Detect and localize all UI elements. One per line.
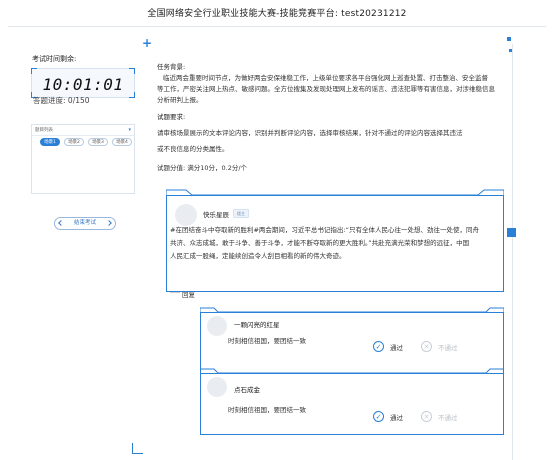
score-text: 试题分值: 满分10分，0.2分/个 xyxy=(157,164,248,172)
host-badge: 楼主 xyxy=(233,209,249,218)
question-list-title: 题目列表 xyxy=(35,128,53,133)
reply-author: 一颗闪亮的红星 xyxy=(234,321,280,329)
background-text-1: 临近两会重要时间节点，为做好两会安保维稳工作，上级单位要求各平台强化网上巡查处置… xyxy=(163,74,488,82)
progress-row: 答题进度: 0/150 xyxy=(33,95,90,106)
question-button-2[interactable]: 场景2 xyxy=(64,138,84,146)
reply-content: 时刻相信祖国，要团结一致 xyxy=(228,337,306,345)
corner-square-icon xyxy=(507,37,511,41)
reply-content: 时刻相信祖国，要团结一致 xyxy=(228,406,306,414)
requirement-title: 试题要求: xyxy=(157,113,186,121)
requirement-text-1: 请审核场景展示的文本评论内容，识别并判断评论内容，选择审核结果，针对不通过的评论… xyxy=(157,129,463,137)
background-text-2: 等工作，严密关注网上热点、敏感问题。全方位搜集及发现处理网上发布的谣言、违法犯罪… xyxy=(157,85,495,93)
scroll-marker[interactable] xyxy=(507,228,516,237)
avatar xyxy=(207,316,227,336)
question-list: 题目列表 ▾ 场景1 场景2 场景3 场景4 xyxy=(31,124,135,194)
reject-option[interactable]: ✕ 不通过 xyxy=(421,341,458,352)
question-button-3[interactable]: 场景3 xyxy=(88,138,108,146)
corner-square-icon xyxy=(509,49,512,52)
avatar xyxy=(207,377,227,397)
question-list-header[interactable]: 题目列表 ▾ xyxy=(32,125,134,136)
question-button-1[interactable]: 场景1 xyxy=(40,138,60,146)
requirement-text-2: 或不良信息的分类属性。 xyxy=(157,145,229,153)
post-card: 快乐星辰 楼主 #在团结奋斗中夺取新的胜利#两会期间，习近平总书记指出:“只有全… xyxy=(166,195,504,292)
approve-label: 通过 xyxy=(390,413,403,422)
progress-label: 答题进度: xyxy=(33,96,66,105)
approve-option[interactable]: ✓ 通过 xyxy=(373,341,403,352)
reject-label: 不通过 xyxy=(438,413,458,422)
close-icon[interactable]: ✕ xyxy=(421,341,432,352)
post-content-2: 共济、众志成城，敢于斗争、善于斗争，才能不断夺取新的更大胜利。”共赴充满光荣和梦… xyxy=(170,239,470,247)
page-title: 全国网络安全行业职业技能大赛-技能竞赛平台: test20231212 xyxy=(147,9,407,19)
reply-label: 回复 xyxy=(182,291,195,299)
post-author: 快乐星辰 xyxy=(203,211,229,219)
header-divider xyxy=(8,26,546,27)
reply-author: 点石成金 xyxy=(234,386,260,394)
close-icon[interactable]: ✕ xyxy=(421,411,432,422)
question-button-4[interactable]: 场景4 xyxy=(112,138,132,146)
corner-tick-icon xyxy=(31,68,37,74)
corner-tick-icon xyxy=(129,68,135,74)
panel-edge xyxy=(512,44,513,460)
chevron-down-icon[interactable]: ▾ xyxy=(128,127,131,133)
check-icon[interactable]: ✓ xyxy=(373,411,384,422)
timer-box: 10:01:01 xyxy=(31,68,135,98)
progress-value: 0/150 xyxy=(67,96,90,105)
background-text-3: 分析研判上报。 xyxy=(157,96,203,104)
check-icon[interactable]: ✓ xyxy=(373,341,384,352)
reject-option[interactable]: ✕ 不通过 xyxy=(421,411,458,422)
sidebar: + 考试时间剩余: 10:01:01 答题进度: 0/150 题目列表 ▾ 场景… xyxy=(0,28,152,460)
end-exam-button[interactable]: 结束考试 xyxy=(54,217,116,230)
timer-label: 考试时间剩余: xyxy=(32,55,77,63)
post-content-3: 人民汇成一股绳，定能续创造令人刮目相看的新的伟大奇迹。 xyxy=(170,252,346,260)
reply-card: 一颗闪亮的红星 时刻相信祖国，要团结一致 ✓ 通过 ✕ 不通过 xyxy=(200,312,504,374)
reply-card: 点石成金 时刻相信祖国，要团结一致 ✓ 通过 ✕ 不通过 xyxy=(200,373,504,435)
thread-line xyxy=(170,292,180,293)
approve-label: 通过 xyxy=(390,343,403,352)
avatar xyxy=(175,204,197,226)
reject-label: 不通过 xyxy=(438,343,458,352)
approve-option[interactable]: ✓ 通过 xyxy=(373,411,403,422)
background-title: 任务背景: xyxy=(157,63,186,71)
post-content-1: #在团结奋斗中夺取新的胜利#两会期间，习近平总书记指出:“只有全体人民心往一处想… xyxy=(170,226,479,234)
timer-value: 10:01:01 xyxy=(42,75,124,94)
corner-decoration xyxy=(132,443,143,454)
